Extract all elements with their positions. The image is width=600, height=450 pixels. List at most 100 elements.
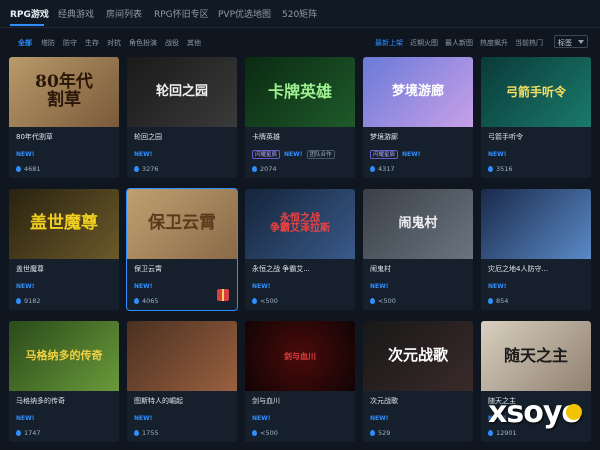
game-cover-art: 随天之主 (481, 321, 591, 391)
category-survival[interactable]: 生存 (85, 38, 99, 48)
game-card[interactable]: 剑与血川 剑与血川 NEW! <500 (245, 321, 355, 442)
game-thumbnail[interactable]: 轮回之园 (127, 57, 237, 127)
game-cover-art: 盖世魔尊 (9, 189, 119, 259)
filter-bar: 全部 塔防 防守 生存 对抗 角色扮演 战役 其他 最新上架 近期火图 最人新图… (0, 30, 600, 52)
game-badges: NEW! (488, 281, 506, 291)
tab-rpg-games[interactable]: RPG游戏 (10, 7, 49, 20)
game-card[interactable]: 马格纳多的传奇 马格纳多的传奇 NEW! 1747 (9, 321, 119, 442)
game-thumbnail[interactable]: 永恒之战 争霸艾泽拉斯 (245, 189, 355, 259)
category-versus[interactable]: 对抗 (107, 38, 121, 48)
gift-icon[interactable] (217, 289, 229, 301)
flame-icon (370, 298, 375, 304)
new-badge: NEW! (370, 414, 389, 422)
sort-most-new[interactable]: 最人新图 (445, 38, 473, 48)
game-title[interactable]: 80年代割草 (16, 132, 53, 142)
sort-newest[interactable]: 最新上架 (375, 38, 403, 48)
game-title[interactable]: 保卫云霄 (134, 264, 162, 274)
play-count-value: 1755 (142, 429, 159, 437)
game-card[interactable]: 弓箭手听令 弓箭手听令 NEW! 3516 (481, 57, 591, 178)
game-title[interactable]: 永恒之战 争霸艾... (252, 264, 310, 274)
game-badges: NEW! (16, 413, 34, 423)
game-card[interactable]: 梦境游廊 梦境游廊 闪耀星辰 NEW! 4317 (363, 57, 473, 178)
game-thumbnail[interactable]: 弓箭手听令 (481, 57, 591, 127)
game-badges: NEW! (370, 281, 388, 291)
game-cover-art: 弓箭手听令 (481, 57, 591, 127)
feature-tag: 团队合作 (306, 149, 335, 159)
tag-select[interactable]: 标签 (554, 35, 588, 48)
game-card[interactable]: 轮回之园 轮回之园 NEW! 3276 (127, 57, 237, 178)
new-badge: NEW! (370, 282, 389, 290)
game-badges: NEW! (252, 281, 270, 291)
game-badges: NEW! (252, 413, 270, 423)
game-thumbnail[interactable] (127, 321, 237, 391)
game-title[interactable]: 剑与血川 (252, 396, 280, 406)
flame-icon (252, 298, 257, 304)
game-thumbnail[interactable]: 卡牌英雄 (245, 57, 355, 127)
game-thumbnail[interactable]: 次元战歌 (363, 321, 473, 391)
game-thumbnail[interactable]: 保卫云霄 (127, 189, 237, 259)
game-card[interactable]: 卡牌英雄 卡牌英雄 闪耀星辰 NEW! 团队合作 2074 (245, 57, 355, 178)
tab-room-list[interactable]: 房间列表 (106, 7, 142, 20)
top-nav: RPG游戏 经典游戏 房间列表 RPG怀旧专区 PVP优选地图 520矩阵 (0, 0, 600, 28)
game-thumbnail[interactable]: 马格纳多的传奇 (9, 321, 119, 391)
game-badges: NEW! (134, 281, 152, 291)
new-badge: NEW! (488, 150, 507, 158)
game-card[interactable]: 次元战歌 次元战歌 NEW! 529 (363, 321, 473, 442)
category-tower-defense[interactable]: 塔防 (41, 38, 55, 48)
sort-recent-hot[interactable]: 近期火图 (410, 38, 438, 48)
game-thumbnail[interactable]: 80年代 割草 (9, 57, 119, 127)
game-card[interactable]: 盖世魔尊 盖世魔尊 NEW! 9182 (9, 189, 119, 310)
flame-icon (134, 298, 139, 304)
game-card[interactable]: 图斯特人的崛起 NEW! 1755 (127, 321, 237, 442)
new-badge: NEW! (134, 282, 153, 290)
game-card[interactable]: 永恒之战 争霸艾泽拉斯 永恒之战 争霸艾... NEW! <500 (245, 189, 355, 310)
game-thumbnail[interactable] (481, 189, 591, 259)
game-cover-art (127, 321, 237, 391)
game-cover-art: 轮回之园 (127, 57, 237, 127)
game-card[interactable]: 灾厄之地4人防守... NEW! 854 (481, 189, 591, 310)
game-title[interactable]: 盖世魔尊 (16, 264, 44, 274)
play-count-value: 4317 (378, 165, 395, 173)
game-title[interactable]: 弓箭手听令 (488, 132, 523, 142)
game-title[interactable]: 灾厄之地4人防守... (488, 264, 548, 274)
category-rpg[interactable]: 角色扮演 (129, 38, 157, 48)
tab-pvp-maps[interactable]: PVP优选地图 (218, 7, 271, 20)
play-count: 1755 (134, 429, 159, 437)
feature-tag: 闪耀星辰 (370, 149, 399, 159)
game-cover-art: 马格纳多的传奇 (9, 321, 119, 391)
game-title[interactable]: 梦境游廊 (370, 132, 398, 142)
sort-trending[interactable]: 热度飙升 (480, 38, 508, 48)
play-count-value: <500 (378, 297, 396, 305)
tab-rpg-retro[interactable]: RPG怀旧专区 (154, 7, 209, 20)
game-card[interactable]: 保卫云霄 保卫云霄 NEW! 4065 (126, 188, 238, 311)
play-count: 4065 (134, 297, 159, 305)
game-title[interactable]: 闹鬼村 (370, 264, 391, 274)
game-thumbnail[interactable]: 盖世魔尊 (9, 189, 119, 259)
flame-icon (488, 166, 493, 172)
category-campaign[interactable]: 战役 (165, 38, 179, 48)
tab-classic-games[interactable]: 经典游戏 (58, 7, 94, 20)
game-title[interactable]: 卡牌英雄 (252, 132, 280, 142)
game-thumbnail[interactable]: 随天之主 (481, 321, 591, 391)
play-count: 4681 (16, 165, 41, 173)
game-title[interactable]: 马格纳多的传奇 (16, 396, 65, 406)
game-thumbnail[interactable]: 剑与血川 (245, 321, 355, 391)
active-tab-indicator (10, 24, 44, 26)
game-badges: NEW! (134, 149, 152, 159)
category-all[interactable]: 全部 (18, 38, 32, 48)
category-other[interactable]: 其他 (187, 38, 201, 48)
tab-520-matrix[interactable]: 520矩阵 (282, 7, 317, 20)
new-badge: NEW! (284, 150, 303, 158)
game-title[interactable]: 次元战歌 (370, 396, 398, 406)
game-title[interactable]: 轮回之园 (134, 132, 162, 142)
game-card[interactable]: 80年代 割草 80年代割草 NEW! 4681 (9, 57, 119, 178)
new-badge: NEW! (252, 414, 271, 422)
game-thumbnail[interactable]: 梦境游廊 (363, 57, 473, 127)
game-badges: NEW! (16, 281, 34, 291)
game-thumbnail[interactable]: 闹鬼村 (363, 189, 473, 259)
game-title[interactable]: 图斯特人的崛起 (134, 396, 183, 406)
sort-current-hot[interactable]: 当前热门 (515, 38, 543, 48)
play-count-value: 529 (378, 429, 391, 437)
category-defense[interactable]: 防守 (63, 38, 77, 48)
game-card[interactable]: 闹鬼村 闹鬼村 NEW! <500 (363, 189, 473, 310)
